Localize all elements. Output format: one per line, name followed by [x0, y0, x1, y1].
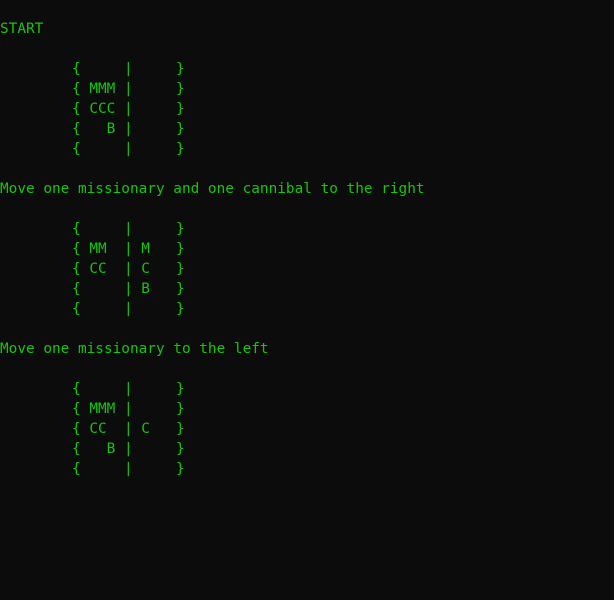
state-row: { MMM | }	[72, 401, 185, 417]
state-row: { | }	[72, 381, 185, 397]
state-row: { MM | M }	[72, 241, 185, 257]
river-state-after-move-1: { | } { MM | M } { CC | C } { | B } { | …	[0, 219, 614, 319]
state-row: { | }	[72, 61, 185, 77]
state-row: { | B }	[72, 281, 185, 297]
state-row: { CC | C }	[72, 261, 185, 277]
state-row: { | }	[72, 461, 185, 477]
river-state-after-move-2: { | } { MMM | } { CC | C } { B | } { | }	[0, 379, 614, 479]
state-row: { MMM | }	[72, 81, 185, 97]
state-row: { B | }	[72, 441, 185, 457]
state-row: { CC | C }	[72, 421, 185, 437]
state-row: { B | }	[72, 121, 185, 137]
state-row: { | }	[72, 141, 185, 157]
move-description: Move one missionary and one cannibal to …	[0, 181, 425, 197]
state-row: { | }	[72, 221, 185, 237]
console-output: START { | } { MMM | } { CCC | } { B | } …	[0, 19, 614, 479]
state-row: { | }	[72, 301, 185, 317]
state-row: { CCC | }	[72, 101, 185, 117]
river-state-start: { | } { MMM | } { CCC | } { B | } { | }	[0, 59, 614, 159]
start-heading: START	[0, 21, 44, 37]
move-description: Move one missionary to the left	[0, 341, 269, 357]
